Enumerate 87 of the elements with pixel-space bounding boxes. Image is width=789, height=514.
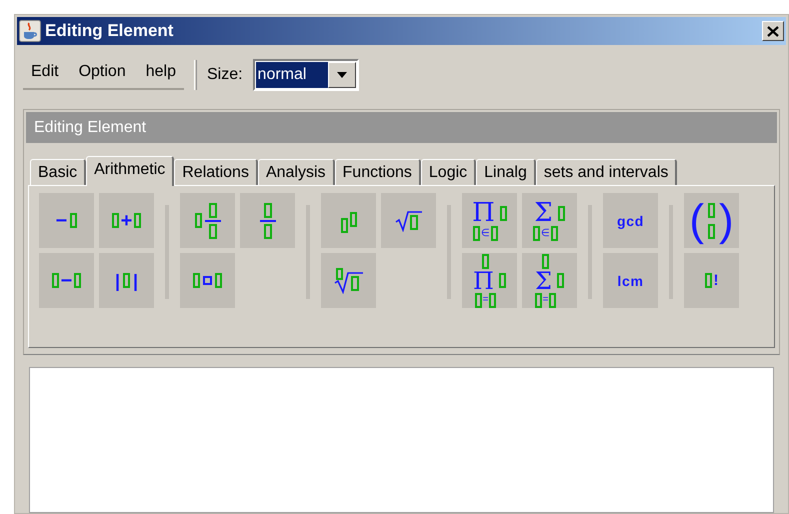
math-symbol: Π xyxy=(473,268,494,292)
tab[interactable]: Analysis xyxy=(258,159,335,185)
editor-area[interactable] xyxy=(29,367,774,513)
placeholder-icon xyxy=(215,273,222,288)
placeholder-icon xyxy=(498,273,506,288)
placeholder-icon xyxy=(350,212,356,227)
size-value: normal xyxy=(256,62,328,88)
tab[interactable]: Functions xyxy=(334,159,421,185)
placeholder-icon xyxy=(194,213,202,228)
placeholder-icon xyxy=(474,292,482,308)
placeholder-icon xyxy=(340,218,348,233)
placeholder-icon xyxy=(112,213,119,228)
formula-button[interactable]: Π ∈ xyxy=(462,193,517,248)
placeholder-icon xyxy=(473,226,480,241)
caret-icon xyxy=(336,72,347,78)
operator-box-icon xyxy=(203,276,212,285)
formula-button[interactable] xyxy=(321,253,376,308)
formula-button[interactable]: ( ) xyxy=(684,193,739,248)
math-symbol: = xyxy=(542,295,548,305)
nth-root-icon xyxy=(334,268,364,294)
placeholder-icon xyxy=(134,213,142,228)
close-button[interactable] xyxy=(762,21,784,41)
placeholder-icon xyxy=(482,254,489,268)
tab[interactable]: Logic xyxy=(420,159,476,185)
panel-header: Editing Element xyxy=(26,112,777,143)
math-symbol: | xyxy=(114,272,120,290)
math-symbol: = xyxy=(482,295,488,305)
placeholder-icon xyxy=(70,213,78,228)
math-symbol: Σ xyxy=(534,200,553,226)
math-symbol: ∈ xyxy=(540,228,550,238)
math-symbol: Π xyxy=(472,200,495,226)
menu-item[interactable]: help xyxy=(138,60,184,84)
placeholder-icon xyxy=(193,273,200,288)
math-symbol: ! xyxy=(714,273,718,288)
placeholder-icon xyxy=(491,226,498,241)
math-symbol: ) xyxy=(719,198,734,242)
math-symbol: ( xyxy=(689,198,704,242)
placeholder-icon xyxy=(708,202,715,218)
placeholder-icon xyxy=(52,273,59,288)
placeholder-icon xyxy=(500,206,507,220)
formula-button[interactable]: − xyxy=(39,193,94,248)
formula-button[interactable]: ! xyxy=(684,253,739,308)
placeholder-icon xyxy=(542,254,549,268)
formula-button[interactable]: Σ ∈ xyxy=(522,193,577,248)
tab[interactable]: Arithmetic xyxy=(86,156,174,186)
placeholder-icon xyxy=(123,273,130,288)
placeholder-icon xyxy=(549,292,556,308)
tab[interactable]: Relations xyxy=(174,159,258,185)
formula-button[interactable]: Σ = xyxy=(522,253,577,308)
coffee-cup-icon xyxy=(19,20,41,42)
fraction-icon xyxy=(260,202,276,238)
placeholder-icon xyxy=(74,273,82,288)
math-symbol: − xyxy=(56,210,68,230)
formula-button[interactable] xyxy=(381,193,436,248)
menu-item[interactable]: Option xyxy=(70,60,134,84)
placeholder-icon xyxy=(534,292,542,308)
size-label: Size: xyxy=(206,65,243,85)
placeholder-icon xyxy=(704,273,712,288)
math-symbol: Σ xyxy=(535,268,552,292)
fraction-icon xyxy=(204,202,220,238)
math-symbol: lcm xyxy=(617,274,644,288)
placeholder-icon xyxy=(556,273,564,288)
close-icon xyxy=(767,26,779,36)
tab[interactable]: sets and intervals xyxy=(536,159,678,185)
formula-button[interactable]: lcm xyxy=(603,253,658,308)
placeholder-icon xyxy=(558,206,565,220)
math-symbol: ∈ xyxy=(481,228,490,238)
placeholder-icon xyxy=(489,292,496,308)
dropdown-button[interactable] xyxy=(328,62,356,88)
tab[interactable]: Linalg xyxy=(476,159,536,185)
placeholder-icon xyxy=(550,226,558,241)
placeholder-icon xyxy=(532,226,540,241)
placeholder-icon xyxy=(708,224,715,238)
formula-button[interactable]: Π = xyxy=(462,253,517,308)
menu-item[interactable]: Edit xyxy=(23,60,67,84)
math-symbol: + xyxy=(120,210,132,230)
window-title: Editing Element xyxy=(45,20,174,42)
math-symbol: | xyxy=(133,272,138,290)
size-dropdown[interactable]: normal xyxy=(252,59,359,91)
formula-button[interactable]: | | xyxy=(99,253,154,308)
formula-button[interactable]: gcd xyxy=(603,193,658,248)
formula-button[interactable]: − xyxy=(39,253,94,308)
math-symbol: gcd xyxy=(617,214,644,228)
tab[interactable]: Basic xyxy=(30,159,86,185)
formula-button[interactable]: + xyxy=(99,193,154,248)
math-symbol: − xyxy=(60,270,72,290)
square-root-icon xyxy=(394,210,422,232)
